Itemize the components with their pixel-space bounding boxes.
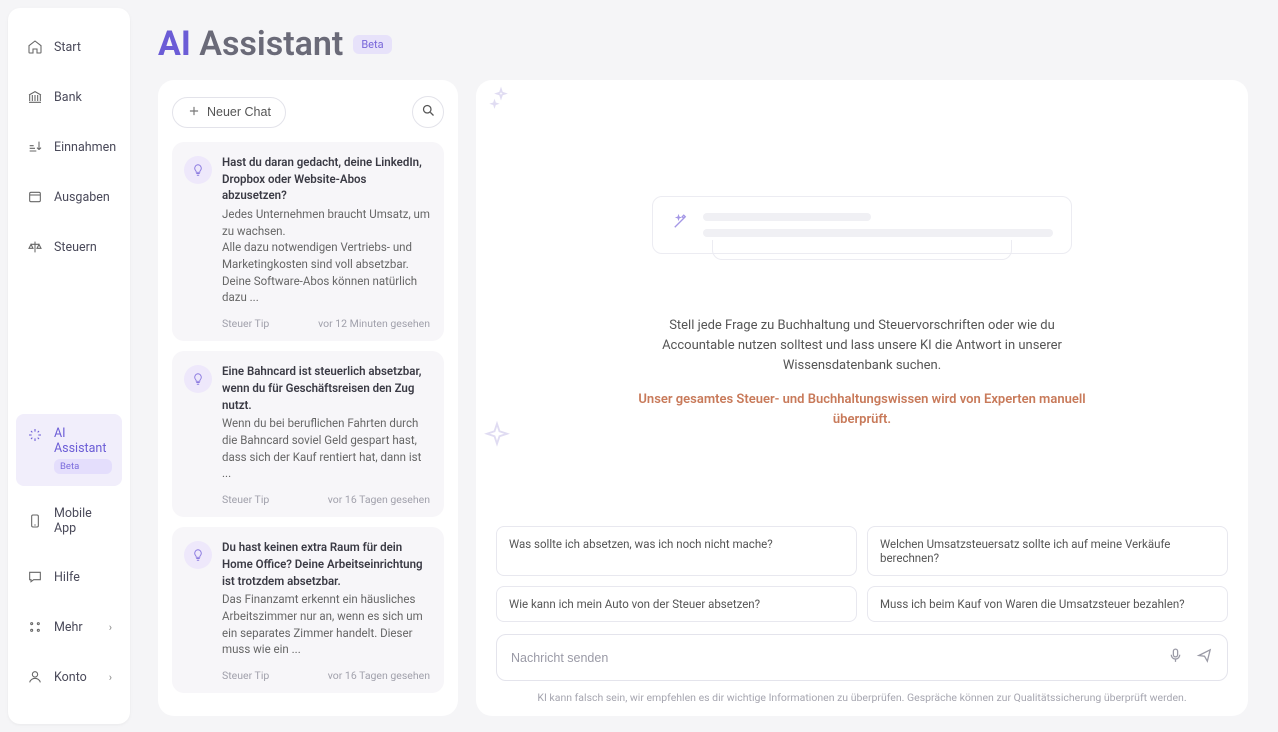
chat-tag: Steuer Tip <box>222 668 269 683</box>
title-ai: AI <box>158 24 191 64</box>
nav-label: Hilfe <box>54 570 112 585</box>
search-button[interactable] <box>412 96 444 128</box>
suggestion-chip[interactable]: Was sollte ich absetzen, was ich noch ni… <box>496 526 857 576</box>
nav-ausgaben[interactable]: Ausgaben <box>16 176 122 218</box>
page-title: AI Assistant <box>158 24 343 64</box>
chat-headline: Du hast keinen extra Raum für dein Home … <box>222 539 430 589</box>
nav-label: Einnahmen <box>54 140 116 155</box>
nav-label: Mehr <box>54 620 99 635</box>
chat-sub: Jedes Unternehmen braucht Umsatz, um zu … <box>222 206 430 306</box>
chat-tag: Steuer Tip <box>222 316 269 331</box>
nav-label: Bank <box>54 90 112 105</box>
sparkle-icon <box>26 426 44 444</box>
scale-icon <box>26 238 44 256</box>
star-deco-icon <box>482 420 512 454</box>
hero-area: Stell jede Frage zu Buchhaltung und Steu… <box>476 96 1248 429</box>
nav-konto[interactable]: Konto › <box>16 656 122 698</box>
message-input-row <box>496 634 1228 681</box>
nav-start[interactable]: Start <box>16 26 122 68</box>
nav-mobile-app[interactable]: Mobile App <box>16 494 122 548</box>
chat-headline: Eine Bahncard ist steuerlich absetzbar, … <box>222 363 430 413</box>
hero-card-shadow <box>712 240 1012 260</box>
chat-list: Hast du daran gedacht, deine LinkedIn, D… <box>172 142 444 700</box>
suggestion-grid: Was sollte ich absetzen, was ich noch ni… <box>496 526 1228 622</box>
suggestion-chip[interactable]: Wie kann ich mein Auto von der Steuer ab… <box>496 586 857 622</box>
chat-sub: Das Finanzamt erkennt ein häusliches Arb… <box>222 591 430 658</box>
nav-ai-assistant[interactable]: AI Assistant Beta <box>16 414 122 486</box>
bank-icon <box>26 88 44 106</box>
chat-card[interactable]: Hast du daran gedacht, deine LinkedIn, D… <box>172 142 444 341</box>
chat-card[interactable]: Du hast keinen extra Raum für dein Home … <box>172 527 444 693</box>
suggestion-chip[interactable]: Muss ich beim Kauf von Waren die Umsatzs… <box>867 586 1228 622</box>
plus-icon <box>187 104 201 121</box>
hero-emphasis: Unser gesamtes Steuer- und Buchhaltungsw… <box>632 390 1092 429</box>
mic-icon[interactable] <box>1167 647 1184 668</box>
chat-time: vor 16 Tagen gesehen <box>328 492 430 507</box>
hero-text: Stell jede Frage zu Buchhaltung und Steu… <box>632 316 1092 376</box>
new-chat-label: Neuer Chat <box>207 105 271 119</box>
nav-label: AI Assistant <box>54 426 112 456</box>
bulb-icon <box>184 365 212 393</box>
message-input[interactable] <box>511 651 1155 665</box>
expense-icon <box>26 188 44 206</box>
nav-einnahmen[interactable]: Einnahmen <box>16 126 122 168</box>
grid-icon <box>26 618 44 636</box>
chat-main-panel: Stell jede Frage zu Buchhaltung und Steu… <box>476 80 1248 716</box>
nav-label: Start <box>54 40 112 55</box>
bulb-icon <box>184 541 212 569</box>
nav-label: Mobile App <box>54 506 112 536</box>
main: AI Assistant Beta Neuer Chat Hast du dar <box>138 0 1278 732</box>
sidebar: Start Bank Einnahmen Ausgaben Steuern AI… <box>8 8 130 724</box>
income-icon <box>26 138 44 156</box>
nav-label: Steuern <box>54 240 112 255</box>
suggestion-chip[interactable]: Welchen Umsatzsteuersatz sollte ich auf … <box>867 526 1228 576</box>
chevron-right-icon: › <box>109 621 112 634</box>
chat-headline: Hast du daran gedacht, deine LinkedIn, D… <box>222 154 430 204</box>
title-rest: Assistant <box>199 24 343 64</box>
wand-icon <box>671 213 689 235</box>
chat-time: vor 16 Tagen gesehen <box>328 668 430 683</box>
chevron-right-icon: › <box>109 671 112 684</box>
placeholder-line <box>703 213 871 221</box>
disclaimer-text: KI kann falsch sein, wir empfehlen es di… <box>496 691 1228 704</box>
nav-steuern[interactable]: Steuern <box>16 226 122 268</box>
page-header: AI Assistant Beta <box>158 24 1248 64</box>
nav-mehr[interactable]: Mehr › <box>16 606 122 648</box>
nav-label: Ausgaben <box>54 190 112 205</box>
chat-history-panel: Neuer Chat Hast du daran gedacht, deine … <box>158 80 458 716</box>
sparkle-deco-icon <box>488 86 514 116</box>
user-icon <box>26 668 44 686</box>
chat-tag: Steuer Tip <box>222 492 269 507</box>
new-chat-button[interactable]: Neuer Chat <box>172 97 286 128</box>
bulb-icon <box>184 156 212 184</box>
nav-label: Konto <box>54 670 99 685</box>
chat-icon <box>26 568 44 586</box>
beta-badge: Beta <box>54 459 112 474</box>
nav-bank[interactable]: Bank <box>16 76 122 118</box>
chat-sub: Wenn du bei beruflichen Fahrten durch di… <box>222 415 430 482</box>
send-icon[interactable] <box>1196 647 1213 668</box>
home-icon <box>26 38 44 56</box>
chat-card[interactable]: Eine Bahncard ist steuerlich absetzbar, … <box>172 351 444 517</box>
title-beta-badge: Beta <box>353 35 391 54</box>
nav-hilfe[interactable]: Hilfe <box>16 556 122 598</box>
chat-time: vor 12 Minuten gesehen <box>318 316 430 331</box>
placeholder-line <box>703 229 1053 237</box>
search-icon <box>421 103 436 122</box>
mobile-icon <box>26 512 44 530</box>
